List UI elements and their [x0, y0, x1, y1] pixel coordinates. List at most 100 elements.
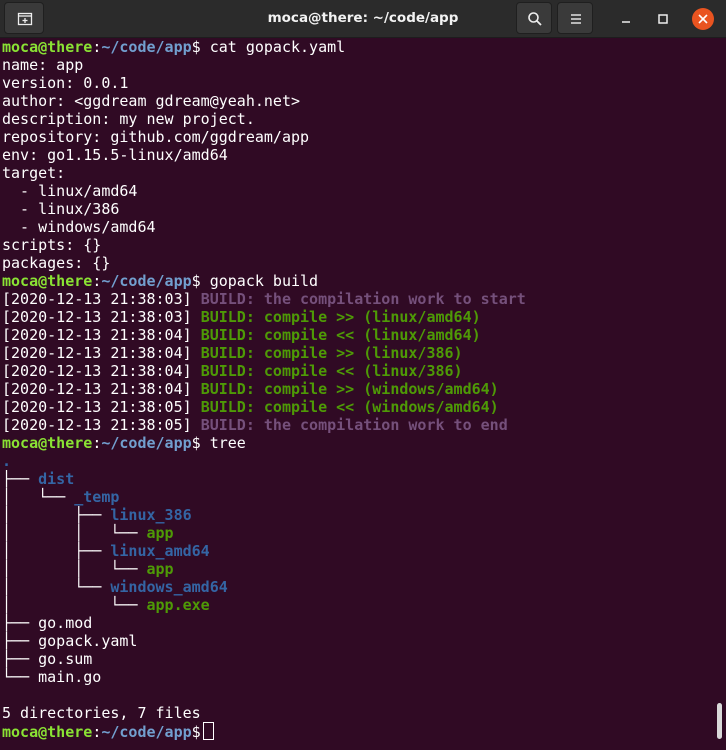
- output-line: packages: {}: [2, 254, 111, 272]
- terminal-output[interactable]: moca@there:~/code/app$ cat gopack.yaml n…: [0, 38, 718, 750]
- tree-branch: │ │ └──: [2, 560, 147, 578]
- minimize-icon: [622, 21, 630, 23]
- search-button[interactable]: [516, 2, 552, 34]
- command-text: tree: [200, 434, 246, 452]
- build-log-line: [2020-12-13 21:38:04] BUILD: compile << …: [0, 326, 718, 344]
- prompt-user-host: moca@there: [2, 723, 93, 741]
- tree-entry: │ │ └── app: [0, 524, 718, 542]
- prompt-symbol: $: [191, 723, 201, 741]
- tree-branch: │ └──: [2, 488, 75, 506]
- output-line: version: 0.0.1: [2, 74, 129, 92]
- log-message: BUILD: compile << (linux/amd64): [200, 326, 481, 344]
- tree-root-dot: .: [2, 452, 12, 470]
- tree-exe-name: app: [146, 524, 174, 542]
- log-timestamp: [2020-12-13 21:38:05]: [2, 398, 201, 416]
- tree-entry: ├── gopack.yaml: [0, 632, 718, 650]
- prompt-path: ~/code/app: [101, 723, 192, 741]
- tree-branch: │ ├──: [2, 506, 111, 524]
- tree-entry: ├── go.mod: [0, 614, 718, 632]
- tree-entry: │ └── _temp: [0, 488, 718, 506]
- log-timestamp: [2020-12-13 21:38:03]: [2, 308, 201, 326]
- tree-file-name: go.sum: [38, 650, 93, 668]
- tree-entry: │ └── windows_amd64: [0, 578, 718, 596]
- output-line: name: app: [2, 56, 84, 74]
- minimize-button[interactable]: [615, 8, 637, 30]
- scrollbar-thumb[interactable]: [717, 703, 722, 739]
- tree-branch: │ └──: [2, 578, 111, 596]
- log-message: BUILD: compile >> (linux/386): [200, 344, 463, 362]
- prompt-line-current[interactable]: moca@there:~/code/app$: [0, 722, 718, 741]
- terminal-window: moca@there: ~/code/app moca@there:~/code…: [0, 0, 726, 750]
- tree-branch: │ └──: [2, 596, 147, 614]
- log-timestamp: [2020-12-13 21:38:03]: [2, 290, 201, 308]
- prompt-user-host: moca@there: [2, 434, 93, 452]
- log-message: BUILD: compile >> (linux/amd64): [200, 308, 481, 326]
- log-timestamp: [2020-12-13 21:38:04]: [2, 380, 201, 398]
- prompt-line-cat: moca@there:~/code/app$ cat gopack.yaml: [0, 38, 718, 56]
- tree-entry: │ │ └── app: [0, 560, 718, 578]
- hamburger-menu-icon: [571, 14, 581, 24]
- log-timestamp: [2020-12-13 21:38:05]: [2, 416, 201, 434]
- tree-branch: │ │ └──: [2, 524, 147, 542]
- tree-root: .: [0, 452, 718, 470]
- menu-button[interactable]: [557, 2, 593, 34]
- output-line: description: my new project.: [2, 110, 255, 128]
- log-message: BUILD: the compilation work to start: [200, 290, 526, 308]
- tree-dir-name: linux_amd64: [110, 542, 210, 560]
- tree-branch: ├──: [2, 614, 39, 632]
- maximize-button[interactable]: [652, 8, 674, 30]
- prompt-path: ~/code/app: [101, 38, 192, 56]
- output-line: author: <ggdream gdream@yeah.net>: [2, 92, 301, 110]
- output-line: scripts: {}: [2, 236, 102, 254]
- output-line: - linux/386: [2, 200, 120, 218]
- search-icon: [528, 12, 542, 26]
- prompt-line-tree: moca@there:~/code/app$ tree: [0, 434, 718, 452]
- prompt-colon: :: [92, 38, 102, 56]
- build-log-line: [2020-12-13 21:38:05] BUILD: the compila…: [0, 416, 718, 434]
- log-message: BUILD: compile << (linux/386): [200, 362, 463, 380]
- tree-entry: │ ├── linux_386: [0, 506, 718, 524]
- prompt-colon: :: [92, 434, 102, 452]
- tree-dir-name: dist: [38, 470, 75, 488]
- output-line: - windows/amd64: [2, 218, 156, 236]
- tree-file-name: go.mod: [38, 614, 93, 632]
- tree-summary: 5 directories, 7 files: [2, 704, 201, 722]
- title-bar[interactable]: moca@there: ~/code/app: [0, 0, 726, 38]
- new-tab-button[interactable]: [4, 2, 44, 34]
- build-log-line: [2020-12-13 21:38:04] BUILD: compile >> …: [0, 380, 718, 398]
- tree-entry: ├── go.sum: [0, 650, 718, 668]
- tree-branch: └──: [2, 668, 39, 686]
- build-log-line: [2020-12-13 21:38:04] BUILD: compile >> …: [0, 344, 718, 362]
- tree-entry: └── main.go: [0, 668, 718, 686]
- build-log-line: [2020-12-13 21:38:03] BUILD: the compila…: [0, 290, 718, 308]
- tree-exe-name: app: [146, 560, 174, 578]
- prompt-user-host: moca@there: [2, 272, 93, 290]
- tree-entry: ├── dist: [0, 470, 718, 488]
- prompt-line-build: moca@there:~/code/app$ gopack build: [0, 272, 718, 290]
- close-button[interactable]: [692, 8, 714, 30]
- log-message: BUILD: compile << (windows/amd64): [200, 398, 499, 416]
- tree-branch: ├──: [2, 470, 39, 488]
- tree-dir-name: linux_386: [110, 506, 192, 524]
- build-log-line: [2020-12-13 21:38:05] BUILD: compile << …: [0, 398, 718, 416]
- tree-branch: ├──: [2, 632, 39, 650]
- log-message: BUILD: the compilation work to end: [200, 416, 508, 434]
- new-tab-icon: [17, 12, 33, 26]
- tree-entry: │ └── app.exe: [0, 596, 718, 614]
- close-icon: [698, 14, 708, 24]
- tree-exe-name: app.exe: [146, 596, 210, 614]
- prompt-path: ~/code/app: [101, 272, 192, 290]
- maximize-icon: [658, 14, 668, 24]
- prompt-colon: :: [92, 723, 102, 741]
- tree-dir-name: _temp: [74, 488, 120, 506]
- prompt-symbol: $: [191, 272, 201, 290]
- log-message: BUILD: compile >> (windows/amd64): [200, 380, 499, 398]
- prompt-colon: :: [92, 272, 102, 290]
- prompt-symbol: $: [191, 434, 201, 452]
- tree-file-name: gopack.yaml: [38, 632, 138, 650]
- build-log-line: [2020-12-13 21:38:04] BUILD: compile << …: [0, 362, 718, 380]
- log-timestamp: [2020-12-13 21:38:04]: [2, 326, 201, 344]
- output-line: - linux/amd64: [2, 182, 138, 200]
- tree-branch: ├──: [2, 650, 39, 668]
